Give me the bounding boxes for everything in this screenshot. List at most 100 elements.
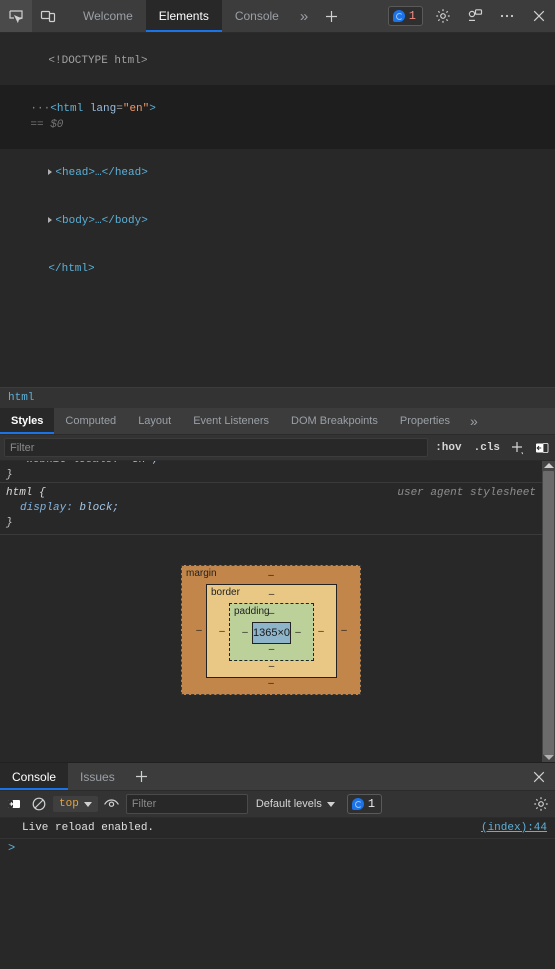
add-panel-icon[interactable] [316, 0, 346, 32]
body-node-label: <body>…</body> [55, 215, 148, 227]
margin-left-value[interactable]: – [192, 625, 206, 636]
drawer-tab-console[interactable]: Console [0, 763, 69, 790]
tab-layout[interactable]: Layout [127, 408, 182, 434]
tab-console[interactable]: Console [222, 0, 292, 32]
console-message[interactable]: Live reload enabled. (index):44 [0, 818, 555, 839]
head-node-label: <head>…</head> [55, 167, 148, 179]
eye-icon[interactable] [101, 796, 123, 812]
dom-expand-dots[interactable]: ··· [30, 103, 50, 115]
console-log-levels-dropdown[interactable]: Default levels [251, 798, 340, 810]
border-right-value[interactable]: – [314, 626, 328, 637]
tab-computed[interactable]: Computed [54, 408, 127, 434]
tab-welcome[interactable]: Welcome [70, 0, 146, 32]
scroll-down-arrow-icon[interactable] [543, 755, 554, 760]
border-left-value[interactable]: – [215, 626, 229, 637]
style-rule-close-brace: } [6, 517, 13, 529]
feedback-icon[interactable] [459, 0, 491, 32]
console-message-list[interactable]: Live reload enabled. (index):44 > [0, 818, 555, 969]
console-prompt[interactable]: > [0, 839, 555, 857]
console-prompt-glyph: > [8, 841, 16, 855]
tab-elements[interactable]: Elements [145, 0, 222, 32]
gear-icon[interactable] [427, 0, 459, 32]
chevron-double-right-icon[interactable]: » [461, 408, 487, 434]
clipped-rule-property[interactable]: -webkit-locale: [6, 461, 119, 466]
dom-line-body[interactable]: <body>…</body> [0, 197, 555, 245]
style-rule-html-user-agent[interactable]: user agent stylesheet html { display: bl… [0, 483, 542, 535]
tab-properties[interactable]: Properties [389, 408, 461, 434]
console-log-levels-label: Default levels [255, 798, 322, 810]
style-rule-origin: user agent stylesheet [397, 487, 536, 499]
add-drawer-tab-icon[interactable] [127, 763, 157, 790]
dom-line-html-close[interactable]: </html> [0, 245, 555, 293]
tab-properties-label: Properties [399, 415, 450, 427]
tab-event-listeners[interactable]: Event Listeners [182, 408, 280, 434]
tab-dom-breakpoints[interactable]: DOM Breakpoints [280, 408, 389, 434]
margin-bottom-value[interactable]: – [192, 678, 350, 690]
drawer-tab-console-label: Console [12, 769, 57, 784]
breadcrumb-item-html[interactable]: html [0, 392, 42, 404]
styles-filter-input[interactable] [4, 438, 429, 457]
style-rule-clipped[interactable]: -webkit-locale: "en"; } [0, 461, 542, 483]
padding-right-value[interactable]: – [291, 627, 305, 638]
html-tag-open: <html [50, 103, 84, 115]
tab-console-label: Console [234, 9, 279, 23]
box-model-margin[interactable]: margin – – border – – padding – – 1365×0… [181, 565, 361, 695]
console-message-source-link[interactable]: (index):44 [481, 819, 547, 837]
tab-styles-label: Styles [11, 415, 44, 427]
tab-styles[interactable]: Styles [0, 408, 55, 434]
gear-icon[interactable] [530, 796, 552, 812]
box-model-content[interactable]: 1365×0 [252, 622, 292, 644]
clear-console-icon[interactable] [28, 796, 50, 812]
html-attr-value[interactable]: "en" [123, 103, 149, 115]
padding-left-value[interactable]: – [238, 627, 252, 638]
toggle-hover-state-button[interactable]: :hov [430, 440, 466, 456]
dom-line-html-open[interactable]: ···<html lang="en"> == $0 [0, 85, 555, 149]
box-model-padding[interactable]: padding – – 1365×0 – – [229, 603, 315, 661]
inspect-element-picker-icon[interactable] [0, 0, 32, 32]
border-bottom-value[interactable]: – [215, 661, 328, 673]
drawer-tabs-spacer [157, 763, 523, 790]
scroll-up-arrow-icon[interactable] [543, 463, 554, 468]
chevron-down-icon [83, 801, 92, 807]
styles-rule-list[interactable]: -webkit-locale: "en"; } user agent style… [0, 461, 542, 762]
close-drawer-icon[interactable] [523, 763, 555, 790]
toggle-computed-sidebar-icon[interactable] [531, 440, 553, 456]
clipped-rule-value[interactable]: "en"; [119, 461, 159, 466]
dom-line-doctype[interactable]: <!DOCTYPE html> [0, 37, 555, 85]
console-message-text: Live reload enabled. [22, 822, 155, 834]
console-sidebar-toggle-icon[interactable] [3, 796, 25, 812]
console-context-selector[interactable]: top [53, 796, 98, 812]
console-drawer: Console Issues top Filter Default levels… [0, 762, 555, 969]
html-attr-name[interactable]: lang [83, 103, 116, 115]
style-property-name[interactable]: display: [6, 502, 73, 514]
drawer-tab-issues[interactable]: Issues [68, 763, 127, 790]
box-model-margin-label: margin [186, 568, 217, 579]
margin-middle-row: – border – – padding – – 1365×0 – – – – … [192, 582, 350, 678]
chevron-right-icon[interactable] [48, 217, 53, 224]
style-property-value[interactable]: block; [73, 502, 119, 514]
margin-right-value[interactable]: – [337, 625, 351, 636]
styles-vertical-scrollbar[interactable] [542, 461, 555, 762]
scrollbar-thumb[interactable] [543, 471, 554, 755]
panel-tab-list: Welcome Elements Console [70, 0, 292, 32]
toggle-class-editor-button[interactable]: .cls [469, 440, 505, 456]
dom-breadcrumb: html [0, 387, 555, 408]
padding-bottom-value[interactable]: – [238, 644, 305, 656]
chevron-right-icon[interactable] [48, 169, 53, 176]
more-options-icon[interactable] [491, 0, 523, 32]
box-model-border[interactable]: border – – padding – – 1365×0 – – – – [206, 584, 338, 678]
dom-line-head[interactable]: <head>…</head> [0, 149, 555, 197]
console-filter-input[interactable] [125, 794, 248, 814]
dom-tree-panel[interactable]: <!DOCTYPE html> ···<html lang="en"> == $… [0, 33, 555, 387]
new-style-rule-icon[interactable] [507, 440, 529, 456]
style-rule-selector[interactable]: html { [6, 487, 46, 499]
tab-elements-label: Elements [158, 9, 209, 23]
device-toolbar-icon[interactable] [32, 0, 64, 32]
issues-badge-button[interactable]: 1 [387, 6, 423, 26]
console-issues-badge[interactable]: 1 [346, 794, 383, 814]
box-model-diagram[interactable]: margin – – border – – padding – – 1365×0… [181, 565, 361, 695]
drawer-tab-issues-label: Issues [80, 769, 115, 784]
close-devtools-icon[interactable] [523, 0, 555, 32]
chevron-double-right-icon[interactable]: » [292, 0, 316, 32]
devtools-main-toolbar: Welcome Elements Console » 1 [0, 0, 555, 33]
